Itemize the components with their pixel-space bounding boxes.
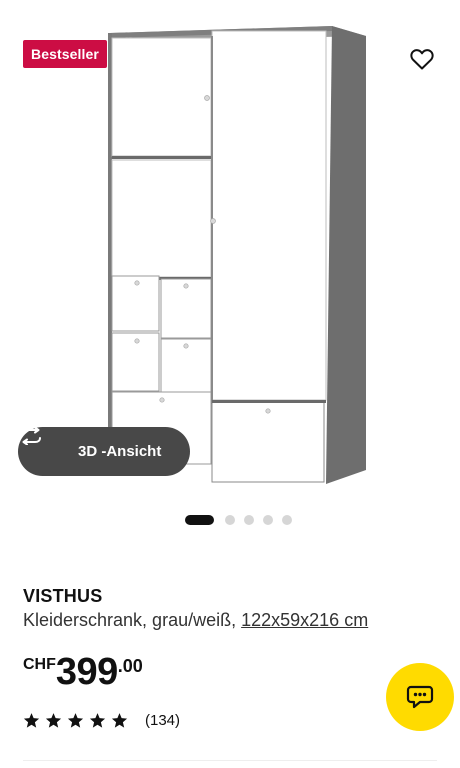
- bestseller-badge: Bestseller: [23, 40, 107, 68]
- star-icon: [45, 713, 62, 728]
- product-price: CHF 399 .00: [23, 652, 143, 692]
- carousel-dot-4[interactable]: [263, 515, 273, 525]
- product-name: VISTHUS: [23, 586, 103, 606]
- star-icon: [89, 713, 106, 728]
- rotate-icon: [21, 427, 64, 462]
- product-rating[interactable]: (134): [23, 712, 180, 729]
- carousel-dot-2[interactable]: [225, 515, 235, 525]
- star-icon: [67, 713, 84, 728]
- heart-icon: [410, 49, 434, 70]
- product-type: Kleiderschrank, grau/weiß,: [23, 610, 237, 630]
- rating-stars: [23, 712, 133, 729]
- price-currency: CHF: [23, 656, 56, 673]
- product-measurements-link[interactable]: 122x59x216 cm: [241, 610, 368, 630]
- carousel-dot-5[interactable]: [282, 515, 292, 525]
- chat-icon: [406, 685, 434, 709]
- favorite-button[interactable]: [410, 48, 448, 86]
- price-cents: .00: [117, 656, 143, 676]
- wardrobe-illustration: [108, 26, 366, 484]
- view-3d-label: 3D -Ansicht: [78, 443, 162, 460]
- star-icon: [111, 713, 128, 728]
- view-3d-button[interactable]: 3D -Ansicht: [18, 427, 190, 476]
- product-description: Kleiderschrank, grau/weiß, 122x59x216 cm: [23, 610, 368, 631]
- review-count[interactable]: (134): [145, 712, 180, 729]
- divider: [23, 760, 437, 761]
- star-icon: [23, 713, 40, 728]
- carousel-dot-1[interactable]: [185, 515, 214, 525]
- price-amount: 399: [55, 651, 118, 693]
- product-image[interactable]: Bestseller 3D -Ansicht: [0, 0, 460, 500]
- chat-button[interactable]: [386, 663, 454, 731]
- carousel-dot-3[interactable]: [244, 515, 254, 525]
- image-carousel-indicator: [185, 515, 301, 525]
